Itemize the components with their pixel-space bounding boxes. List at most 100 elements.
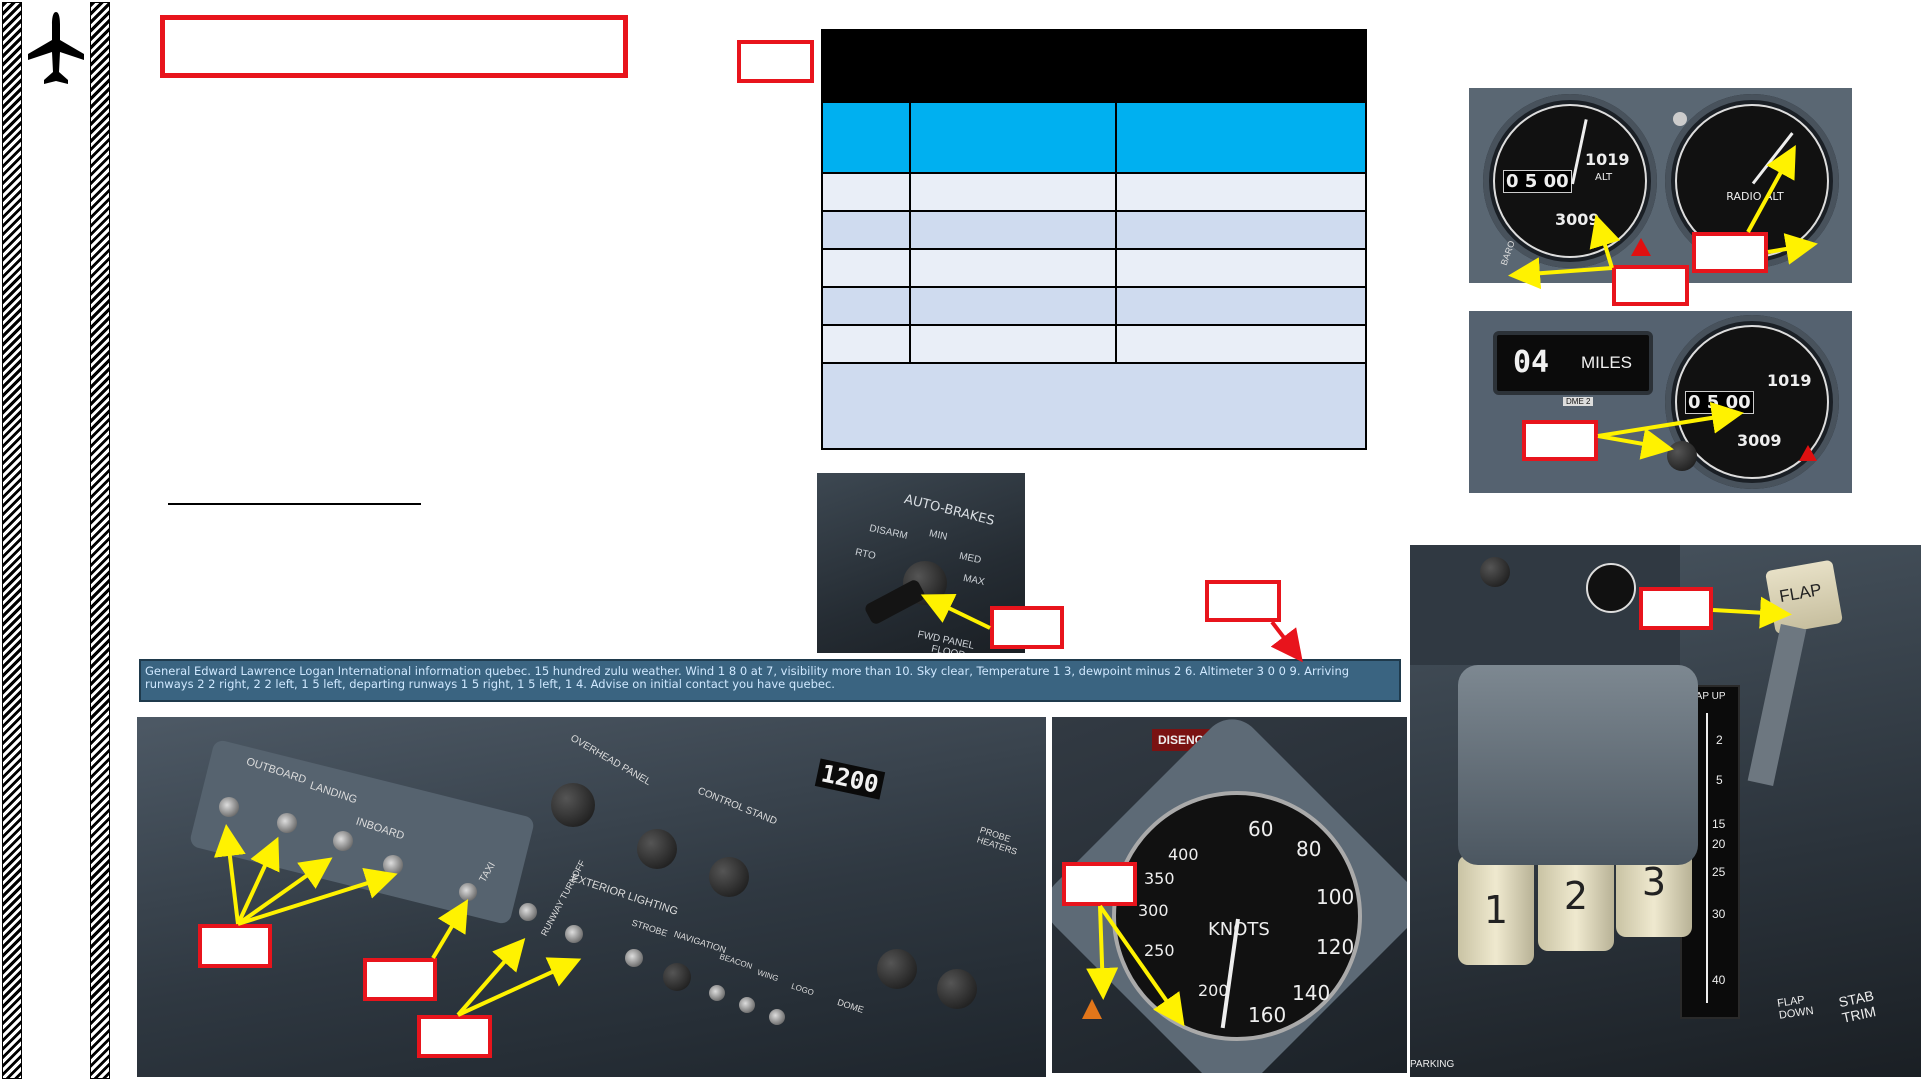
airspeed-tick-120: 120 [1316, 935, 1355, 959]
radio-alt-redbox [1692, 232, 1768, 273]
stab-trim-label: STAB TRIM [1837, 987, 1878, 1026]
baro-redbox [1612, 265, 1689, 306]
dme-readout: 04 [1513, 345, 1550, 380]
flap-mark-30: 30 [1712, 907, 1726, 921]
airspeed-tick-350: 350 [1144, 869, 1175, 888]
underline-divider [168, 503, 421, 505]
table-tag-redbox [737, 40, 814, 83]
airspeed-tick-160: 160 [1248, 1003, 1287, 1027]
dome-white-knob[interactable] [937, 969, 977, 1009]
dme-baro-redbox [1522, 420, 1598, 461]
baro-knob[interactable] [1667, 441, 1697, 471]
left-hatched-border [2, 2, 22, 1079]
autobrakes-rto: RTO [854, 546, 877, 563]
small-selector-dial [1586, 563, 1636, 613]
title-redbox [160, 15, 628, 78]
logo-label: LOGO [790, 981, 815, 998]
wing-switch[interactable] [739, 997, 755, 1013]
taxi-light-redbox [363, 958, 437, 1001]
altimeter-dial: 1019 ALT 0 5 00 3009 [1493, 104, 1647, 258]
flap-redbox [1639, 587, 1713, 630]
flap-mark-25: 25 [1712, 865, 1726, 879]
overhead-panel-knob[interactable] [551, 783, 595, 827]
altimeter-red-flag [1631, 238, 1651, 256]
table-row [821, 286, 1367, 326]
dme-unit: MILES [1581, 353, 1633, 372]
runway-turnoff-right-switch[interactable] [565, 925, 583, 943]
control-stand-white-knob[interactable] [709, 857, 749, 897]
table-header-black [821, 29, 1367, 103]
navigation-label: NAVIGATION [672, 928, 728, 956]
throttle-1[interactable]: 1 [1458, 855, 1534, 965]
beacon-label: BEACON [718, 951, 754, 972]
table-footer-row [821, 362, 1367, 450]
inboard-left-switch[interactable] [333, 831, 353, 851]
airspeed-tick-100: 100 [1316, 885, 1355, 909]
flap-mark-15: 15 [1712, 817, 1726, 831]
airspeed-tick-400: 400 [1168, 845, 1199, 864]
autobrakes-selector-pointer [863, 578, 927, 626]
flap-mark-20: 20 [1712, 837, 1726, 851]
autobrakes-max: MAX [962, 572, 986, 589]
airplane-icon [26, 10, 86, 90]
left-panel-knob[interactable] [1480, 557, 1510, 587]
reference-table [821, 29, 1367, 450]
landing-lights-redbox [198, 924, 272, 968]
transponder-code: 1200 [814, 758, 885, 800]
altimeter-readout: 0 5 00 [1503, 170, 1572, 193]
altimeter-radio-alt-photo: 1019 ALT 0 5 00 3009 BARO RADIO ALT [1469, 88, 1852, 283]
runway-turnoff-label: RUNWAY TURNOFF [538, 858, 588, 938]
probe-heaters-label: PROBE HEATERS [975, 824, 1019, 857]
dome-label: DOME [836, 997, 865, 1015]
lights-panel-photo: OUTBOARD LANDING INBOARD TAXI RUNWAY TUR… [137, 717, 1046, 1077]
flap-lever-label: FLAP [1777, 579, 1824, 607]
outboard-right-switch[interactable] [277, 813, 297, 833]
control-stand-label: CONTROL STAND [696, 785, 779, 828]
airspeed-dial: 60 80 100 120 140 160 200 250 300 350 40… [1112, 791, 1362, 1041]
autobrakes-redbox [990, 606, 1064, 649]
speed-bug-icon [1082, 999, 1102, 1019]
control-stand-red-knob[interactable] [637, 829, 677, 869]
table-row [821, 248, 1367, 288]
altimeter-needle-pressure: 1019 [1585, 150, 1630, 169]
runway-turnoff-redbox [417, 1015, 492, 1058]
exterior-lighting-label: EXTERIOR LIGHTING [569, 872, 680, 918]
autobrakes-disarm: DISARM [868, 523, 909, 542]
inboard-right-switch[interactable] [383, 855, 403, 875]
parking-label: PARKING [1410, 1059, 1455, 1070]
strobe-switch[interactable] [625, 949, 643, 967]
airspeed-tick-250: 250 [1144, 941, 1175, 960]
radio-alt-label: RADIO ALT [1726, 190, 1784, 203]
autobrakes-title: AUTO-BRAKES [902, 492, 996, 529]
atis-message-bar: General Edward Lawrence Logan Internatio… [139, 659, 1401, 702]
navigation-selector[interactable] [663, 963, 691, 991]
dme-altimeter-photo: 04 MILES DME 2 1019 0 5 00 3009 [1469, 311, 1852, 493]
runway-turnoff-left-switch[interactable] [519, 903, 537, 921]
airspeed-redbox [1062, 862, 1137, 906]
dme-display: 04 MILES [1493, 331, 1653, 395]
altimeter-pressure-window: 3009 [1555, 210, 1600, 229]
dme-tag: DME 2 [1563, 397, 1594, 406]
table-row [821, 172, 1367, 212]
table-row [821, 210, 1367, 250]
right-hatched-border [90, 2, 110, 1079]
altimeter-alt-label: ALT [1595, 172, 1613, 183]
table-row [821, 101, 1367, 174]
autobrakes-med: MED [958, 550, 983, 567]
baro-knob-label: BARO [1498, 239, 1517, 267]
wing-label: WING [756, 967, 780, 984]
table-row [821, 324, 1367, 364]
logo-switch[interactable] [769, 1009, 785, 1025]
flap-mark-5: 5 [1716, 773, 1723, 787]
beacon-switch[interactable] [709, 985, 725, 1001]
outboard-left-switch[interactable] [219, 797, 239, 817]
autobrakes-min: MIN [928, 528, 949, 543]
overhead-panel-label: OVERHEAD PANEL [568, 732, 653, 789]
flap-scale-bottom: FLAP DOWN [1776, 994, 1815, 1022]
airspeed-tick-140: 140 [1292, 981, 1331, 1005]
dome-red-knob[interactable] [877, 949, 917, 989]
strobe-label: STROBE [630, 917, 669, 939]
taxi-switch[interactable] [459, 883, 477, 901]
flap-mark-40: 40 [1712, 973, 1726, 987]
flap-lever-handle[interactable]: FLAP [1764, 559, 1844, 635]
